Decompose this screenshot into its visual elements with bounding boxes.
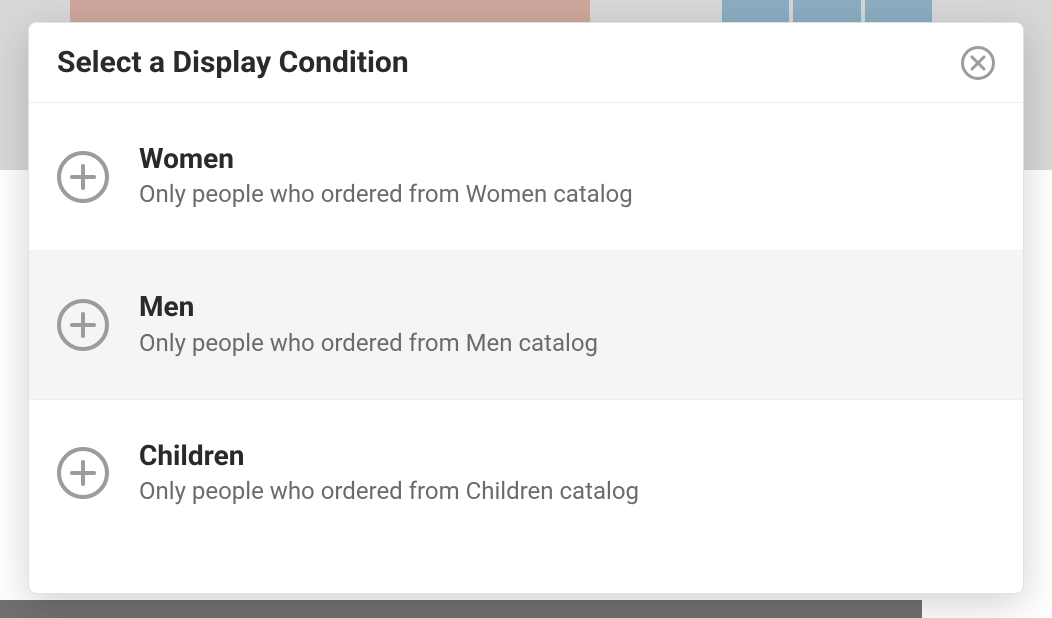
condition-description: Only people who ordered from Women catal… <box>139 179 633 210</box>
close-icon <box>970 55 986 71</box>
condition-title: Women <box>139 143 633 175</box>
plus-circle-icon <box>57 447 109 499</box>
condition-description: Only people who ordered from Children ca… <box>139 476 639 507</box>
condition-text: Women Only people who ordered from Women… <box>139 143 633 210</box>
plus-circle-icon <box>57 151 109 203</box>
condition-row-women[interactable]: Women Only people who ordered from Women… <box>29 103 1023 251</box>
close-button[interactable] <box>961 46 995 80</box>
plus-circle-icon <box>57 299 109 351</box>
condition-text: Children Only people who ordered from Ch… <box>139 440 639 507</box>
condition-row-children[interactable]: Children Only people who ordered from Ch… <box>29 400 1023 547</box>
condition-title: Men <box>139 291 598 323</box>
condition-row-men[interactable]: Men Only people who ordered from Men cat… <box>29 251 1023 399</box>
modal-title: Select a Display Condition <box>57 45 409 80</box>
modal-header: Select a Display Condition <box>29 23 1023 103</box>
modal-body: Women Only people who ordered from Women… <box>29 103 1023 593</box>
condition-text: Men Only people who ordered from Men cat… <box>139 291 598 358</box>
condition-description: Only people who ordered from Men catalog <box>139 328 598 359</box>
display-condition-modal: Select a Display Condition Women Only pe… <box>28 22 1024 594</box>
condition-title: Children <box>139 440 639 472</box>
